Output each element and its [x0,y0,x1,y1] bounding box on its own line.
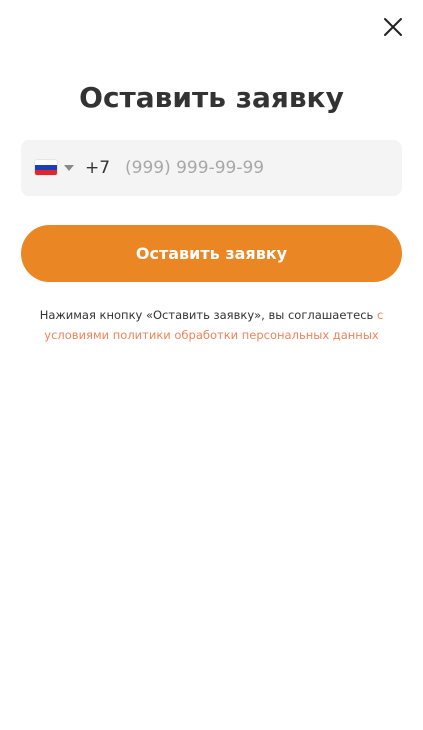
flag-stripe-red [35,170,57,175]
country-selector[interactable] [35,159,77,177]
chevron-down-icon [64,165,74,171]
consent-text: Нажимая кнопку «Оставить заявку», вы сог… [14,305,409,345]
dial-code: +7 [85,158,111,178]
phone-field: +7 [21,140,402,196]
close-button[interactable] [380,14,406,40]
submit-request-button[interactable]: Оставить заявку [21,225,402,282]
phone-input[interactable] [121,140,386,196]
russia-flag-icon [35,160,57,175]
close-icon [384,18,402,36]
dialog-title: Оставить заявку [79,81,344,114]
consent-text-body: Нажимая кнопку «Оставить заявку», вы сог… [39,308,377,322]
